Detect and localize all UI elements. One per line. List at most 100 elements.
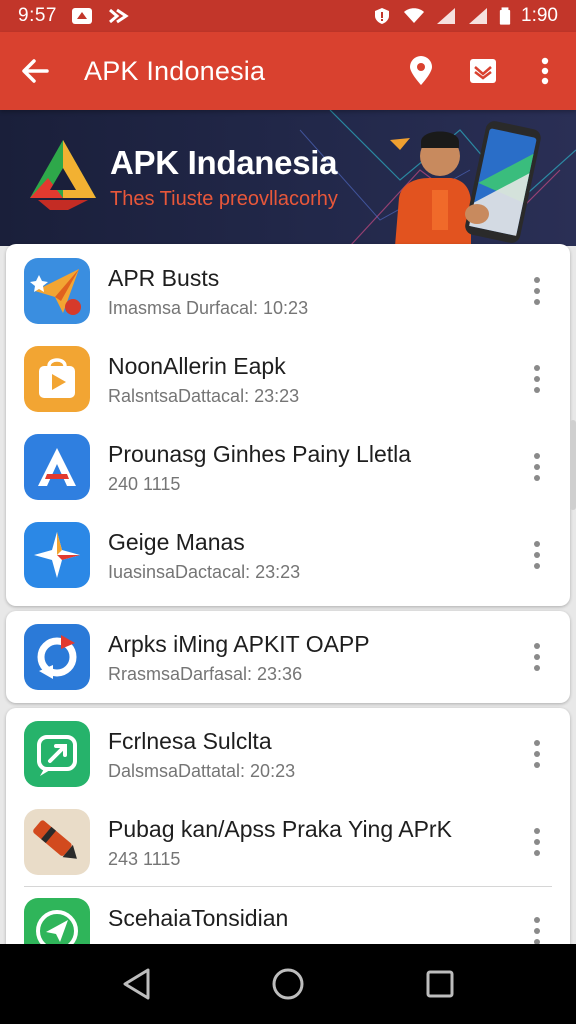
- item-menu-button[interactable]: [522, 271, 552, 311]
- app-name: NoonAllerin Eapk: [108, 353, 286, 379]
- app-name: Pubag kan/Apss Praka Ying APrK: [108, 816, 452, 842]
- dot: [534, 917, 540, 923]
- person-with-phone-illustration: [395, 121, 541, 246]
- more-vert-icon: [541, 57, 549, 85]
- wifi-icon: [404, 8, 425, 23]
- inbox-button[interactable]: [452, 32, 514, 110]
- list-item[interactable]: Pubag kan/Apss Praka Ying APrK 243 1115: [6, 798, 570, 886]
- chat-arrow-icon: [37, 735, 77, 776]
- page-title: APK Indonesia: [84, 55, 266, 86]
- app-meta: RrasmsaDarfasal: 23:36: [108, 664, 303, 684]
- app-meta: IuasinsaDactacal: 23:23: [108, 562, 301, 582]
- dot: [534, 740, 540, 746]
- dot: [534, 277, 540, 283]
- star-compass-icon: [34, 532, 80, 578]
- item-menu-button[interactable]: [522, 535, 552, 575]
- dot: [534, 475, 540, 481]
- app-name: Fcrlnesa Sulclta: [108, 728, 272, 754]
- overflow-menu-button[interactable]: [514, 32, 576, 110]
- dot: [534, 376, 540, 382]
- play-bag-icon: [39, 358, 75, 398]
- notification-icon: [71, 8, 92, 24]
- dot: [534, 762, 540, 768]
- dot: [534, 643, 540, 649]
- list-item[interactable]: APR Busts Imasmsa Durfacal: 10:23: [6, 247, 570, 335]
- dot: [534, 453, 540, 459]
- app-list-card: Fcrlnesa Sulclta DalsmsaDattatal: 20:23 …: [6, 708, 570, 968]
- app-icon: [24, 809, 90, 875]
- apk-logo-icon: [30, 140, 96, 210]
- inbox-icon: [470, 59, 496, 83]
- app-list-card: APR Busts Imasmsa Durfacal: 10:23 NoonAl…: [6, 244, 570, 606]
- promo-banner[interactable]: APK Indanesia Thes Tiuste preovllacorhy: [0, 110, 576, 246]
- list-item[interactable]: NoonAllerin Eapk RalsntsaDattacal: 23:23: [6, 335, 570, 423]
- item-menu-button[interactable]: [522, 637, 552, 677]
- signal-2-icon: [469, 8, 488, 24]
- item-menu-button[interactable]: [522, 734, 552, 774]
- app-name: Arpks iMing APKIT OAPP: [108, 631, 370, 657]
- circular-arrows-icon: [37, 635, 77, 679]
- dot: [534, 850, 540, 856]
- app-meta: DalsmsaDattatal: 20:23: [108, 761, 296, 781]
- dot: [534, 288, 540, 294]
- app-name: ScehaiaTonsidian: [108, 905, 289, 931]
- dot: [534, 839, 540, 845]
- location-button[interactable]: [390, 32, 452, 110]
- scrollbar-thumb[interactable]: [570, 420, 576, 510]
- battery-icon: [499, 7, 511, 25]
- dot: [534, 387, 540, 393]
- app-meta: 243 1115: [108, 849, 181, 869]
- notification-n-icon: [109, 8, 129, 24]
- app-meta: 240 1115: [108, 474, 181, 494]
- list-item[interactable]: Prounasg Ginhes Painy Lletla 240 1115: [6, 423, 570, 511]
- app-name: APR Busts: [108, 265, 220, 291]
- paper-plane-star-icon: [30, 269, 81, 315]
- app-meta: RalsntsaDattacal: 23:23: [108, 386, 300, 406]
- app-name: Geige Manas: [108, 529, 245, 555]
- list-item[interactable]: Fcrlnesa Sulclta DalsmsaDattatal: 20:23: [6, 710, 570, 798]
- nav-back-button[interactable]: [106, 954, 166, 1014]
- dot: [534, 654, 540, 660]
- pen-tool-icon: [33, 820, 77, 859]
- dot: [534, 365, 540, 371]
- signal-icon: [437, 8, 456, 24]
- shield-alert-icon: [375, 8, 390, 24]
- back-button[interactable]: [0, 32, 70, 110]
- dot: [534, 563, 540, 569]
- location-pin-icon: [410, 56, 432, 85]
- status-bar: 9:57 1:90: [0, 0, 576, 32]
- dot: [534, 299, 540, 305]
- battery-time: 1:90: [521, 5, 558, 26]
- item-menu-button[interactable]: [522, 359, 552, 399]
- list-item[interactable]: Arpks iMing APKIT OAPP RrasmsaDarfasal: …: [6, 613, 570, 701]
- nav-recents-button[interactable]: [410, 954, 470, 1014]
- app-name: Prounasg Ginhes Painy Lletla: [108, 441, 412, 467]
- dot: [534, 464, 540, 470]
- app-icon: [24, 522, 90, 588]
- dot: [534, 751, 540, 757]
- banner-title: APK Indanesia: [110, 144, 338, 181]
- dot: [534, 665, 540, 671]
- system-nav-bar: [0, 944, 576, 1024]
- circle-home-icon: [272, 968, 304, 1000]
- app-icon: [24, 721, 90, 787]
- app-icon: [24, 434, 90, 500]
- app-list-card: Arpks iMing APKIT OAPP RrasmsaDarfasal: …: [6, 611, 570, 703]
- app-icon: [24, 346, 90, 412]
- dot: [534, 541, 540, 547]
- dot: [534, 552, 540, 558]
- app-meta: Imasmsa Durfacal: 10:23: [108, 298, 309, 318]
- item-menu-button[interactable]: [522, 447, 552, 487]
- triangle-back-icon: [123, 968, 150, 1000]
- app-bar: APK Indonesia: [0, 32, 576, 110]
- dot: [534, 828, 540, 834]
- banner-subtitle: Thes Tiuste preovllacorhy: [110, 188, 338, 210]
- item-menu-button[interactable]: [522, 822, 552, 862]
- app-icon: [24, 258, 90, 324]
- status-time: 9:57: [18, 5, 57, 26]
- arrow-back-icon: [22, 59, 49, 83]
- letter-a-icon: [38, 448, 76, 486]
- list-item[interactable]: Geige Manas IuasinsaDactacal: 23:23: [6, 511, 570, 599]
- app-icon: [24, 624, 90, 690]
- nav-home-button[interactable]: [258, 954, 318, 1014]
